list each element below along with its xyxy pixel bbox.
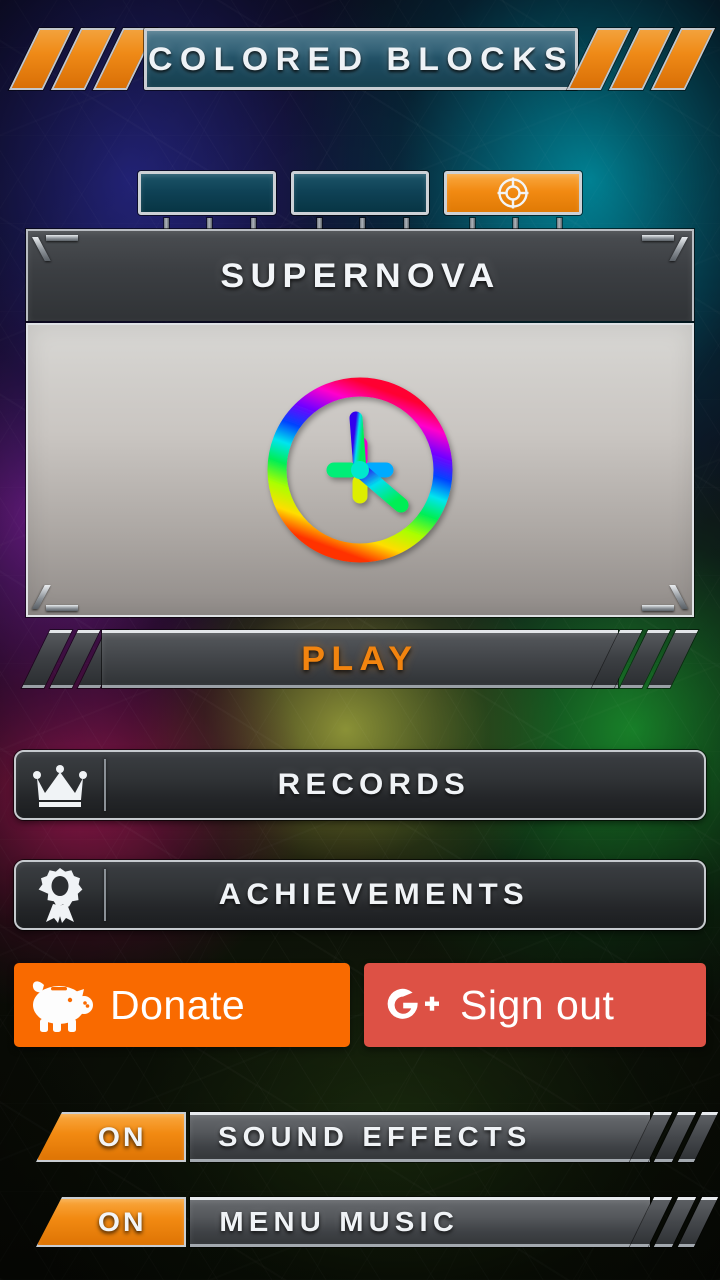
menu-music-state: ON: [97, 1206, 147, 1237]
play-button[interactable]: PLAY: [21, 630, 699, 688]
menu-music-label: MENU MUSIC: [219, 1206, 460, 1237]
game-mode-preview[interactable]: [26, 323, 694, 617]
game-mode-title: SUPERNOVA: [219, 256, 501, 295]
target-crosshair-icon: [497, 177, 529, 209]
app-title: COLORED BLOCKS: [147, 40, 575, 77]
sound-effects-state: ON: [97, 1121, 147, 1152]
records-button[interactable]: RECORDS: [14, 750, 706, 820]
corner-bracket-bottom-left: [32, 585, 78, 611]
corner-bracket-top-left: [32, 235, 78, 261]
corner-bracket-top-right: [642, 235, 688, 261]
menu-music-toggle[interactable]: ON: [36, 1197, 186, 1247]
tab-three-active[interactable]: [444, 171, 582, 244]
game-mode-panel: SUPERNOVA: [26, 229, 694, 617]
sound-effects-bar[interactable]: SOUND EFFECTS: [190, 1112, 650, 1162]
tab-one[interactable]: [138, 171, 276, 244]
signout-label: Sign out: [460, 981, 615, 1028]
menu-music-bar[interactable]: MENU MUSIC: [190, 1197, 650, 1247]
records-label: RECORDS: [277, 768, 470, 801]
achievements-button[interactable]: ACHIEVEMENTS: [14, 860, 706, 930]
play-button-core: PLAY: [102, 630, 618, 688]
donate-label: Donate: [110, 981, 246, 1028]
title-banner: COLORED BLOCKS: [8, 28, 716, 90]
donate-button[interactable]: Donate: [14, 963, 350, 1047]
signout-button[interactable]: Sign out: [364, 963, 706, 1047]
corner-bracket-bottom-right: [642, 585, 688, 611]
game-mode-header: SUPERNOVA: [26, 229, 694, 321]
sound-effects-toggle-row: ON SOUND EFFECTS: [14, 1112, 719, 1162]
play-button-label: PLAY: [301, 639, 419, 678]
crown-icon: [16, 752, 104, 818]
piggy-bank-icon: [14, 963, 110, 1047]
sound-effects-label: SOUND EFFECTS: [217, 1121, 532, 1152]
mode-tab-row: [138, 171, 582, 244]
game-main-menu-screen: COLORED BLOCKS SUPERNOVA PLAY RECORDS AC…: [0, 0, 720, 1280]
menu-music-toggle-row: ON MENU MUSIC: [14, 1197, 719, 1247]
award-ribbon-icon: [16, 862, 104, 928]
google-plus-icon: [364, 963, 460, 1047]
achievements-label: ACHIEVEMENTS: [218, 878, 529, 911]
tab-two[interactable]: [291, 171, 429, 244]
sound-effects-toggle[interactable]: ON: [36, 1112, 186, 1162]
rainbow-clock-icon: [255, 365, 465, 575]
social-button-row: Donate Sign out: [14, 963, 706, 1047]
